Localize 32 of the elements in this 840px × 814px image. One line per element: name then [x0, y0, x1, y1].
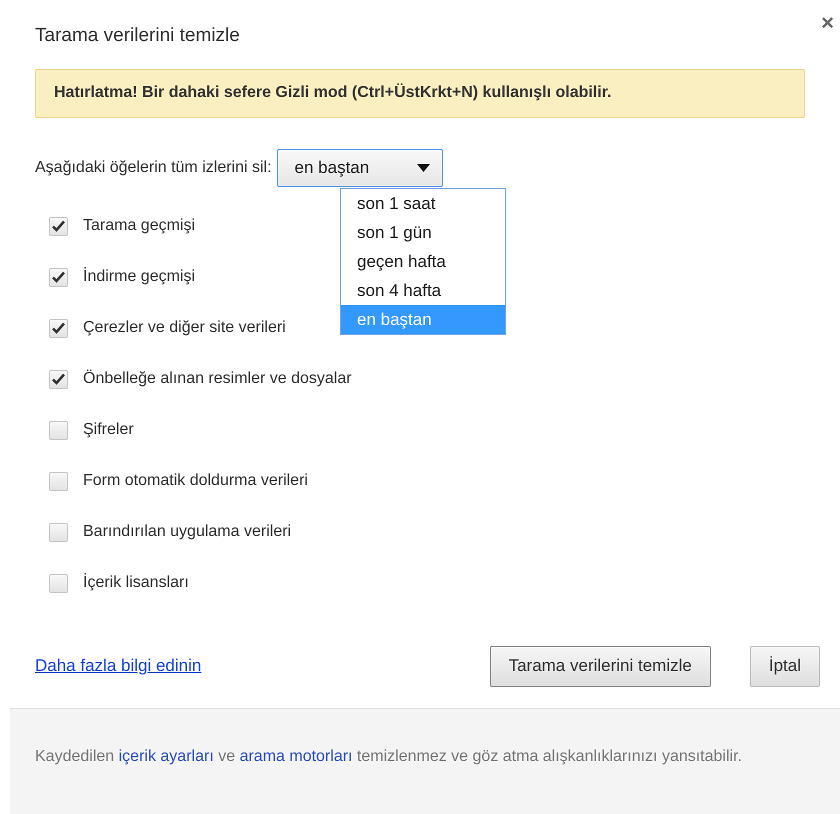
- checkbox-label: Önbelleğe alınan resimler ve dosyalar: [83, 368, 352, 389]
- dropdown-option[interactable]: geçen hafta: [341, 247, 505, 276]
- caret-icon: [416, 164, 430, 172]
- reminder-banner: Hatırlatma! Bir dahaki sefere Gizli mod (Ctrl+ÜstKrkt+N) kullanışlı olabilir.: [35, 68, 805, 118]
- checkbox[interactable]: [49, 370, 68, 388]
- checkbox-label: Form otomatik doldurma verileri: [83, 471, 308, 491]
- checkbox-label: İçerik lisansları: [83, 572, 189, 593]
- range-label: Aşağıdaki öğelerin tüm izlerini sil:: [35, 158, 272, 178]
- checkbox[interactable]: [49, 472, 68, 490]
- dropdown-option[interactable]: son 1 gün: [341, 218, 505, 247]
- close-button[interactable]: ×: [821, 12, 834, 34]
- checkbox[interactable]: [49, 216, 68, 236]
- range-dropdown[interactable]: en baştan: [276, 148, 443, 186]
- checkbox-label: İndirme geçmişi: [83, 266, 196, 287]
- dialog-title: Tarama verilerini temizle: [35, 24, 240, 48]
- footer-note: Kaydedilen içerik ayarları ve arama motorları temizlenmez ve göz atma alışkanlıklarınızı yansıtabilir.: [35, 747, 743, 767]
- checkbox[interactable]: [49, 318, 68, 338]
- checkbox-label: Şifreler: [83, 420, 134, 440]
- clear-data-button[interactable]: Tarama verilerini temizle: [490, 646, 711, 686]
- checkbox[interactable]: [49, 420, 68, 440]
- learn-more-link[interactable]: Daha fazla bilgi edinin: [35, 653, 202, 679]
- dropdown-option[interactable]: son 1 saat: [341, 189, 505, 218]
- checkbox-label: Barındırılan uygulama verileri: [83, 522, 292, 542]
- settings-link[interactable]: içerik ayarları: [118, 748, 214, 765]
- checkbox-label: Çerezler ve diğer site verileri: [83, 318, 286, 338]
- cancel-button[interactable]: İptal: [750, 646, 820, 686]
- checkbox[interactable]: [49, 574, 68, 592]
- checkbox[interactable]: [49, 522, 68, 542]
- dropdown-option[interactable]: son 4 hafta: [341, 276, 505, 305]
- checkbox[interactable]: [49, 268, 68, 286]
- settings-link[interactable]: arama motorları: [240, 748, 352, 765]
- checkbox-label: Tarama geçmişi: [83, 216, 196, 236]
